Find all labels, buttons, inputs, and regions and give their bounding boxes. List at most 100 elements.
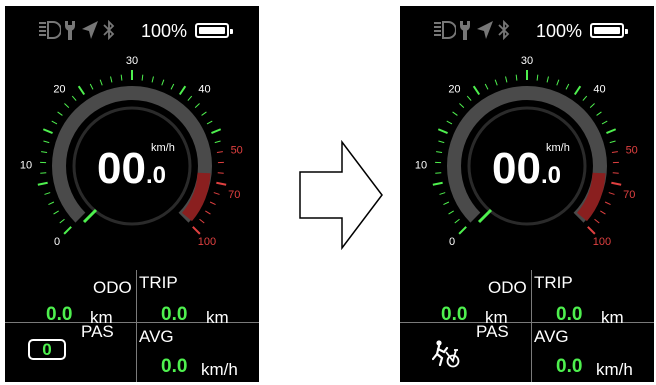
gauge-tick [48, 201, 55, 205]
gauge-tick [454, 218, 460, 224]
gauge-tick [565, 83, 570, 90]
gauge-tick [199, 218, 205, 224]
speed-readout: 00.0 km/h [97, 142, 175, 194]
gauge-tick [206, 120, 213, 125]
gauge-tick [77, 85, 86, 96]
wrench-icon [460, 21, 470, 40]
gauge-tick [151, 76, 154, 83]
gauge-tick [594, 218, 600, 224]
gauge-tick [110, 76, 113, 83]
pas-level: 0 [28, 339, 66, 360]
gauge-tick [37, 181, 48, 186]
gauge-tick [63, 226, 72, 235]
gauge-tick [216, 181, 227, 186]
speed-main: 00 [492, 144, 541, 193]
battery-icon [195, 23, 233, 38]
wrench-icon [65, 21, 75, 40]
gauge-tick [57, 111, 63, 116]
gauge-tick [604, 201, 611, 205]
gauge-tick [606, 128, 617, 135]
gauge-tick [53, 210, 59, 215]
trip-unit: km [206, 308, 229, 327]
gauge-tick [611, 151, 618, 154]
gauge-tick [536, 74, 539, 81]
avg-unit: km/h [201, 360, 238, 379]
gauge-tick [484, 83, 489, 90]
speed-main: 00 [97, 144, 146, 193]
gauge-tick-label: 50 [626, 144, 638, 156]
speed-unit: km/h [151, 142, 175, 154]
gauge-tick [205, 210, 211, 215]
gauge-tick [41, 151, 48, 154]
gauge-tick [472, 85, 481, 96]
trip-label: TRIP [139, 273, 178, 292]
gauge-tick [556, 79, 560, 86]
gauge-tick [192, 226, 201, 235]
trip-stats: ODO TRIP 0.0 km 0.0 km PAS AVG 0 0.0 km/… [5, 256, 259, 382]
battery-percentage: 100% [536, 21, 583, 41]
bluetooth-icon [103, 20, 115, 40]
odo-value: 0.0 [441, 304, 468, 325]
walk-assist-icon [432, 340, 460, 368]
gauge-tick [170, 83, 175, 90]
gauge-tick [194, 103, 200, 108]
gauge-tick-label: 30 [521, 55, 533, 67]
gauge-tick [439, 192, 446, 195]
gauge-tick-label: 70 [228, 189, 240, 201]
avg-label: AVG [139, 327, 174, 346]
gauge-tick [600, 210, 606, 215]
gauge-tick-label: 20 [448, 84, 460, 96]
gauge-tick [582, 95, 588, 101]
trip-value: 0.0 [556, 304, 583, 325]
gauge-tick [546, 76, 549, 83]
gauge-tick-label: 20 [53, 84, 65, 96]
battery-percentage: 100% [141, 21, 188, 41]
trip-stats: ODO TRIP 0.0 km 0.0 km PAS AVG 0.0 km/h [400, 256, 654, 382]
gauge-tick [89, 83, 94, 90]
gauge-tick [443, 201, 450, 205]
gauge-needle [477, 208, 493, 224]
avg-value: 0.0 [161, 356, 188, 377]
gauge-tick [214, 140, 221, 144]
odo-label: ODO [93, 278, 132, 297]
gauge-tick [59, 218, 65, 224]
battery-icon [590, 23, 628, 38]
odo-label: ODO [488, 278, 527, 297]
gauge-tick-label: 30 [126, 55, 138, 67]
gauge-tick-label: 0 [54, 236, 60, 248]
headlight-icon [39, 21, 61, 39]
avg-value: 0.0 [556, 356, 583, 377]
right-arrow-icon [299, 140, 383, 250]
gauge-tick [437, 128, 448, 135]
trip-value: 0.0 [161, 304, 188, 325]
navigation-icon [477, 21, 493, 39]
gauge-tick-label: 70 [623, 189, 635, 201]
gauge-tick [589, 103, 595, 108]
gauge-tick [458, 226, 467, 235]
pas-label: PAS [476, 322, 509, 341]
gauge-tick-label: 40 [198, 84, 210, 96]
display-screen-after: 100% 0 10 20 30 40 50 70 100 00.0 km/h ODO TRIP… [400, 6, 654, 382]
gauge-tick-label: 0 [449, 236, 455, 248]
speed-decimal: .0 [540, 162, 561, 189]
gauge-tick [42, 128, 53, 135]
gauge-tick-label: 40 [593, 84, 605, 96]
gauge-tick [120, 74, 123, 81]
gauge-tick [43, 140, 50, 144]
gauge-tick [601, 120, 608, 125]
pas-label: PAS [81, 322, 114, 341]
gauge-tick [446, 120, 453, 125]
gauge-tick-label: 100 [593, 236, 611, 248]
gauge-tick [44, 192, 51, 195]
gauge-tick [611, 181, 622, 186]
gauge-tick [573, 85, 582, 96]
odo-value: 0.0 [46, 304, 73, 325]
gauge-tick [209, 201, 216, 205]
speed-readout: 00.0 km/h [492, 142, 570, 194]
gauge-tick [213, 192, 220, 195]
gauge-tick [161, 79, 165, 86]
gauge-tick [587, 226, 596, 235]
gauge-tick [459, 103, 465, 108]
speed-decimal: .0 [145, 162, 166, 189]
trip-unit: km [601, 308, 624, 327]
